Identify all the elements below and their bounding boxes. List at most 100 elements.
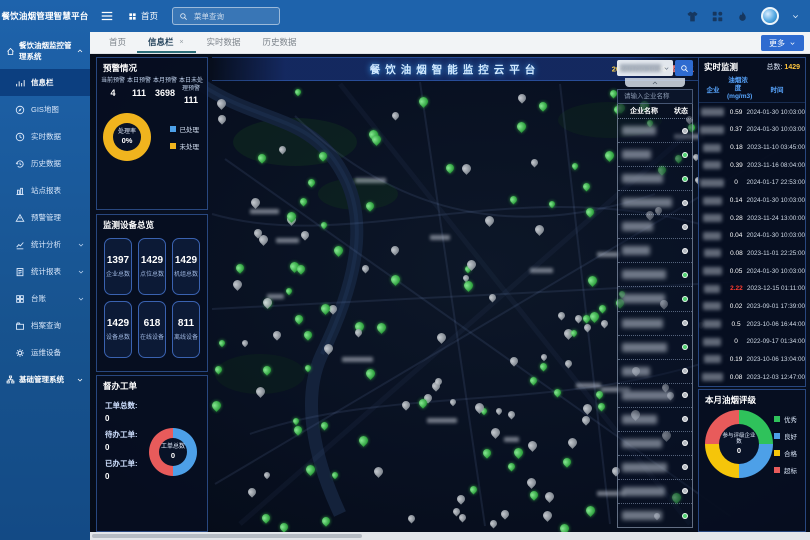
realtime-row[interactable]: 2.222023-12-15 01:11:00: [699, 280, 805, 298]
menu-search-input[interactable]: [192, 11, 273, 22]
company-name-redacted: [703, 161, 721, 169]
tab-历史数据[interactable]: 历史数据: [252, 32, 308, 53]
company-name-input[interactable]: [622, 92, 688, 101]
company-row[interactable]: [618, 239, 692, 263]
sidebar-item-台账[interactable]: 台账: [0, 285, 90, 312]
chevron-down-icon: [77, 295, 85, 303]
company-row[interactable]: [618, 336, 692, 360]
company-row[interactable]: [618, 312, 692, 336]
company-list-overlay: 企业名称 状态: [617, 60, 693, 528]
sidebar-item-GIS地图[interactable]: GIS地图: [0, 96, 90, 123]
realtime-company-cell: [699, 214, 726, 222]
company-name-redacted: [702, 373, 723, 381]
sidebar-group-base[interactable]: 基础管理系统: [0, 366, 90, 392]
sidebar-item-档案查询[interactable]: 档案查询: [0, 312, 90, 339]
realtime-company-cell: [699, 144, 726, 152]
company-name-redacted: [703, 267, 722, 275]
breadcrumb[interactable]: 首页: [128, 10, 158, 22]
realtime-row[interactable]: 02022-09-17 01:34:00: [699, 333, 805, 351]
sidebar-item-label: 台账: [31, 293, 46, 304]
company-row[interactable]: [618, 384, 692, 408]
chevron-down-icon[interactable]: [791, 12, 800, 21]
company-row[interactable]: [618, 408, 692, 432]
alert-donut-value: 0%: [122, 136, 133, 145]
company-row[interactable]: [618, 215, 692, 239]
company-name-redacted: [700, 126, 724, 134]
company-row[interactable]: [618, 432, 692, 456]
tab-实时数据[interactable]: 实时数据: [196, 32, 252, 53]
scrollbar-thumb[interactable]: [92, 534, 362, 538]
realtime-total: 总数: 1429: [767, 62, 800, 72]
sidebar-item-历史数据[interactable]: 历史数据: [0, 150, 90, 177]
map-place-label-redacted: [530, 268, 553, 273]
avatar[interactable]: [761, 7, 779, 25]
device-card-企业总数[interactable]: 1397企业总数: [104, 238, 132, 295]
company-select[interactable]: [617, 60, 673, 76]
device-card-在线设备[interactable]: 618在线设备: [138, 301, 166, 358]
company-row[interactable]: [618, 167, 692, 191]
company-row[interactable]: [618, 504, 692, 527]
collapse-bar[interactable]: [625, 78, 685, 87]
sidebar-item-站点报表[interactable]: 站点报表: [0, 177, 90, 204]
realtime-row[interactable]: 0.082023-11-01 22:25:00: [699, 245, 805, 263]
company-row[interactable]: [618, 143, 692, 167]
tab-信息栏[interactable]: 信息栏: [137, 32, 196, 53]
realtime-row[interactable]: 0.042024-01-30 10:03:00: [699, 227, 805, 245]
sidebar-group-system[interactable]: 餐饮油烟监控管理系统: [0, 32, 90, 69]
realtime-col-density: 油烟浓度(mg/m3): [727, 77, 749, 100]
sidebar-item-信息栏[interactable]: 信息栏: [0, 69, 90, 96]
rating-legend-item-良好: 良好: [774, 431, 797, 441]
realtime-row[interactable]: 0.392023-11-16 08:04:00: [699, 156, 805, 174]
tab-首页[interactable]: 首页: [98, 32, 137, 53]
flame-icon[interactable]: [736, 10, 749, 23]
company-row[interactable]: [618, 480, 692, 504]
status-dot-offline: [682, 128, 688, 134]
realtime-row[interactable]: 0.022023-09-01 17:39:00: [699, 298, 805, 316]
company-select-value-redacted: [620, 64, 661, 72]
company-row[interactable]: [618, 119, 692, 143]
realtime-time-value: 2023-10-06 16:44:00: [747, 321, 805, 328]
realtime-row[interactable]: 0.282023-11-24 13:00:00: [699, 209, 805, 227]
sidebar-item-实时数据[interactable]: 实时数据: [0, 123, 90, 150]
realtime-row[interactable]: 0.372024-01-30 10:03:00: [699, 121, 805, 139]
realtime-row[interactable]: 0.142024-01-30 10:03:00: [699, 192, 805, 210]
dashboard: 餐饮油烟智能监控云平台 2024/1/30 10:03 星期二 预警情况 当前预…: [90, 54, 810, 532]
realtime-row[interactable]: 0.592024-01-30 10:03:00: [699, 103, 805, 121]
realtime-company-cell: [699, 267, 726, 275]
apps-icon[interactable]: [711, 10, 724, 23]
legend-swatch: [774, 433, 780, 439]
company-row[interactable]: [618, 191, 692, 215]
status-dot-online: [682, 152, 688, 158]
alert-donut-label: 处理率: [118, 129, 136, 136]
app-logo: 餐饮油烟管理智慧平台: [0, 0, 90, 32]
realtime-row[interactable]: 02024-01-17 22:53:00: [699, 174, 805, 192]
legend-swatch: [774, 450, 780, 456]
rating-body: 参与评级企业数 0 优秀良好合格超标: [699, 408, 805, 478]
company-name-redacted: [622, 270, 666, 279]
status-dot-offline: [682, 224, 688, 230]
realtime-row[interactable]: 0.182023-11-10 03:45:00: [699, 139, 805, 157]
more-button[interactable]: 更多: [761, 35, 804, 51]
alert-stat-value: 4: [100, 88, 126, 98]
theme-shirt-icon[interactable]: [686, 10, 699, 23]
sidebar-item-运维设备[interactable]: 运维设备: [0, 339, 90, 366]
realtime-row[interactable]: 0.52023-10-06 16:44:00: [699, 315, 805, 333]
company-row[interactable]: [618, 263, 692, 287]
device-card-点位总数[interactable]: 1429点位总数: [138, 238, 166, 295]
hamburger-icon[interactable]: [100, 9, 114, 23]
device-card-机组总数[interactable]: 1429机组总数: [172, 238, 200, 295]
company-row[interactable]: [618, 456, 692, 480]
company-row[interactable]: [618, 360, 692, 384]
realtime-density-value: 0.05: [726, 268, 747, 275]
sidebar-item-统计报表[interactable]: 统计报表: [0, 258, 90, 285]
legend-label: 超标: [784, 465, 797, 475]
realtime-row[interactable]: 0.052024-01-30 10:03:00: [699, 262, 805, 280]
realtime-row[interactable]: 0.192023-10-06 13:04:00: [699, 351, 805, 369]
sidebar-item-预警管理[interactable]: 预警管理: [0, 204, 90, 231]
company-search-button[interactable]: [675, 60, 693, 76]
realtime-row[interactable]: 0.082023-12-03 12:47:00: [699, 368, 805, 386]
device-card-离线设备[interactable]: 811离线设备: [172, 301, 200, 358]
company-row[interactable]: [618, 287, 692, 311]
sidebar-item-统计分析[interactable]: 统计分析: [0, 231, 90, 258]
device-card-设备总数[interactable]: 1429设备总数: [104, 301, 132, 358]
